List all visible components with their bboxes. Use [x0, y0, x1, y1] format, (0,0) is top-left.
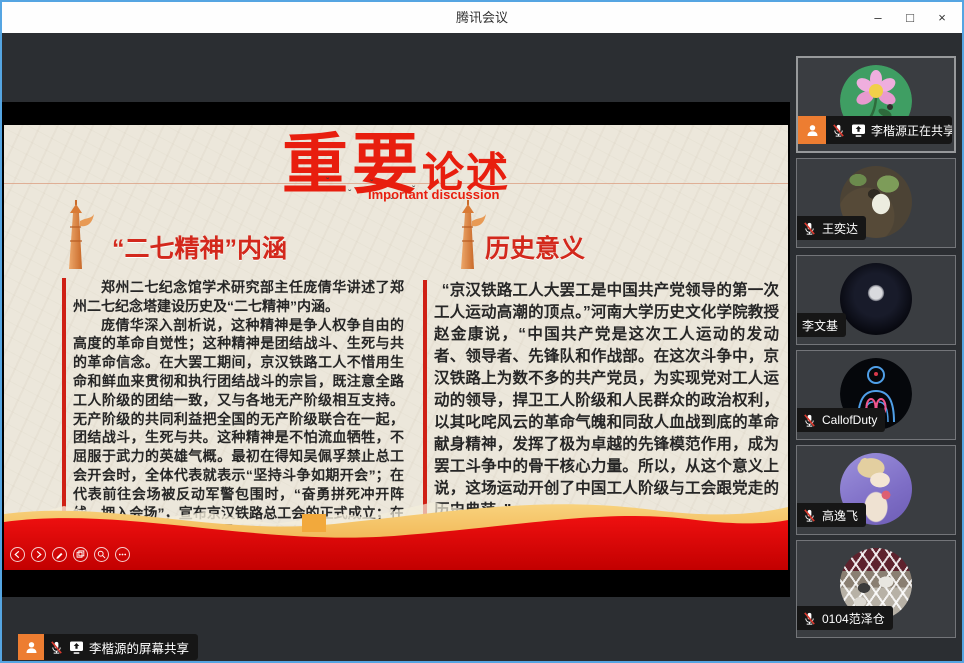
- participant-tile[interactable]: 李文基: [796, 255, 956, 345]
- mic-muted-icon: [802, 413, 817, 428]
- share-banner-text: 李楷源的屏幕共享: [89, 638, 189, 657]
- pen-tool-button[interactable]: [52, 547, 67, 562]
- participant-namebar: 0104范泽仓: [797, 606, 893, 630]
- paragraph: “京汉铁路工人大罢工是中国共产党领导的第一次工人运动高潮的顶点。”河南大学历史文…: [434, 280, 779, 522]
- shared-screen-area: 重要论述 Important discussion ˇˇ ˇˇ ˇ: [2, 102, 790, 597]
- next-slide-button[interactable]: [31, 547, 46, 562]
- participant-name: 0104范泽仓: [822, 610, 885, 627]
- participant-name: 高逸飞: [822, 507, 858, 524]
- screen-share-icon: [851, 123, 866, 138]
- window-controls: – □ ×: [862, 2, 958, 33]
- participant-name: 李文基: [802, 317, 838, 334]
- mic-muted-icon: [802, 611, 817, 626]
- paragraph: 郑州二七纪念馆学术研究部主任庞倩华讲述了郑州二七纪念塔建设历史及“二七精神”内涵…: [73, 278, 404, 316]
- slideshow-controls: [10, 547, 130, 562]
- more-options-button[interactable]: [115, 547, 130, 562]
- participant-namebar: 高逸飞: [797, 503, 866, 527]
- window-title: 腾讯会议: [2, 2, 962, 33]
- participant-name: 王奕达: [822, 220, 858, 237]
- participant-tile[interactable]: 高逸飞: [796, 445, 956, 535]
- left-column-heading: “二七精神”内涵: [112, 229, 287, 265]
- previous-slide-button[interactable]: [10, 547, 25, 562]
- screen-share-icon: [69, 640, 84, 655]
- participant-tile[interactable]: 王奕达: [796, 158, 956, 248]
- participant-name: 李楷源正在共享: [871, 122, 952, 139]
- participants-sidebar: 李楷源正在共享 王奕达 李文基: [794, 33, 962, 661]
- host-icon: [798, 116, 826, 144]
- mic-muted-icon: [802, 221, 817, 236]
- participant-namebar: 李文基: [797, 313, 846, 337]
- all-slides-button[interactable]: [73, 547, 88, 562]
- titlebar: 腾讯会议 – □ ×: [2, 2, 962, 33]
- monument-icon: [56, 199, 96, 271]
- screen-share-banner: 李楷源的屏幕共享: [18, 634, 198, 660]
- participant-namebar: 王奕达: [797, 216, 866, 240]
- minimize-button[interactable]: –: [862, 2, 894, 33]
- avatar: [840, 263, 912, 335]
- tencent-meeting-window: 腾讯会议 – □ × 重要论述 Important discussion ˇˇ …: [0, 0, 964, 663]
- mic-muted-icon: [802, 508, 817, 523]
- participant-name: CallofDuty: [822, 413, 877, 427]
- presentation-slide: 重要论述 Important discussion ˇˇ ˇˇ ˇ: [4, 125, 788, 570]
- maximize-button[interactable]: □: [894, 2, 926, 33]
- participant-namebar: 李楷源正在共享: [798, 116, 952, 144]
- zoom-tool-button[interactable]: [94, 547, 109, 562]
- monument-icon: [448, 199, 488, 271]
- host-icon: [18, 634, 44, 660]
- participant-tile[interactable]: CallofDuty: [796, 350, 956, 440]
- close-button[interactable]: ×: [926, 2, 958, 33]
- right-column-heading: 历史意义: [485, 229, 585, 265]
- right-column-text: “京汉铁路工人大罢工是中国共产党领导的第一次工人运动高潮的顶点。”河南大学历史文…: [423, 280, 779, 522]
- participant-namebar: CallofDuty: [797, 408, 885, 432]
- mic-muted-icon: [831, 123, 846, 138]
- meeting-main-area: 重要论述 Important discussion ˇˇ ˇˇ ˇ: [2, 33, 962, 661]
- mic-muted-icon: [49, 640, 64, 655]
- participant-tile-sharing[interactable]: 李楷源正在共享: [796, 56, 956, 153]
- participant-tile[interactable]: 0104范泽仓: [796, 540, 956, 638]
